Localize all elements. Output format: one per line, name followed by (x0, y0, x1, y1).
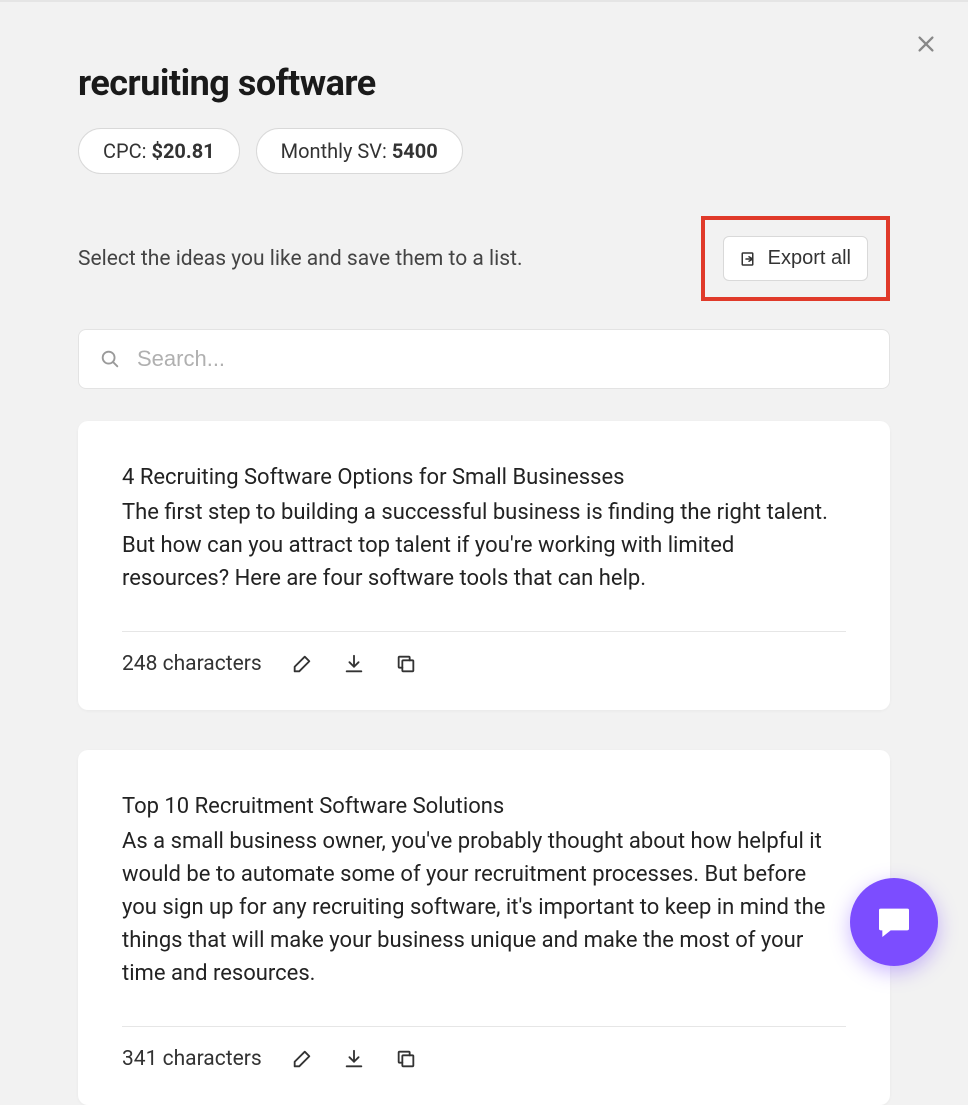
close-icon (915, 33, 937, 55)
idea-card: Top 10 Recruitment Software Solutions As… (78, 750, 890, 1105)
card-action-icons (290, 652, 418, 676)
export-all-button[interactable]: Export all (723, 236, 868, 281)
pencil-icon (291, 653, 313, 675)
card-divider (122, 1026, 846, 1027)
search-input[interactable] (137, 346, 869, 372)
idea-title: Top 10 Recruitment Software Solutions (122, 790, 846, 823)
idea-title: 4 Recruiting Software Options for Small … (122, 461, 846, 494)
export-all-label: Export all (768, 247, 851, 270)
page-title: recruiting software (78, 62, 890, 104)
page-container: recruiting software CPC: $20.81 Monthly … (0, 2, 968, 1105)
card-footer: 341 characters (122, 1047, 846, 1071)
sv-value: 5400 (392, 139, 438, 163)
copy-icon (395, 1048, 417, 1070)
idea-body: The first step to building a successful … (122, 496, 846, 595)
character-count: 341 characters (122, 1047, 262, 1071)
metric-pills: CPC: $20.81 Monthly SV: 5400 (78, 128, 890, 174)
instruction-row: Select the ideas you like and save them … (78, 216, 890, 301)
edit-button[interactable] (290, 1047, 314, 1071)
download-icon (343, 653, 365, 675)
cpc-label: CPC: (103, 139, 151, 163)
search-icon (99, 348, 121, 370)
idea-card: 4 Recruiting Software Options for Small … (78, 421, 890, 710)
close-button[interactable] (912, 30, 940, 58)
cpc-pill: CPC: $20.81 (78, 128, 240, 174)
sv-label: Monthly SV: (281, 139, 392, 163)
instruction-text: Select the ideas you like and save them … (78, 247, 523, 271)
copy-icon (395, 653, 417, 675)
edit-button[interactable] (290, 652, 314, 676)
download-icon (343, 1048, 365, 1070)
sv-pill: Monthly SV: 5400 (256, 128, 463, 174)
export-icon (740, 250, 758, 268)
card-footer: 248 characters (122, 652, 846, 676)
download-button[interactable] (342, 652, 366, 676)
copy-button[interactable] (394, 652, 418, 676)
idea-body: As a small business owner, you've probab… (122, 825, 846, 990)
character-count: 248 characters (122, 652, 262, 676)
search-box[interactable] (78, 329, 890, 389)
export-highlight-box: Export all (701, 216, 890, 301)
chat-icon (874, 902, 914, 942)
pencil-icon (291, 1048, 313, 1070)
copy-button[interactable] (394, 1047, 418, 1071)
card-action-icons (290, 1047, 418, 1071)
cpc-value: $20.81 (151, 139, 214, 163)
chat-fab[interactable] (850, 878, 938, 966)
card-divider (122, 631, 846, 632)
download-button[interactable] (342, 1047, 366, 1071)
